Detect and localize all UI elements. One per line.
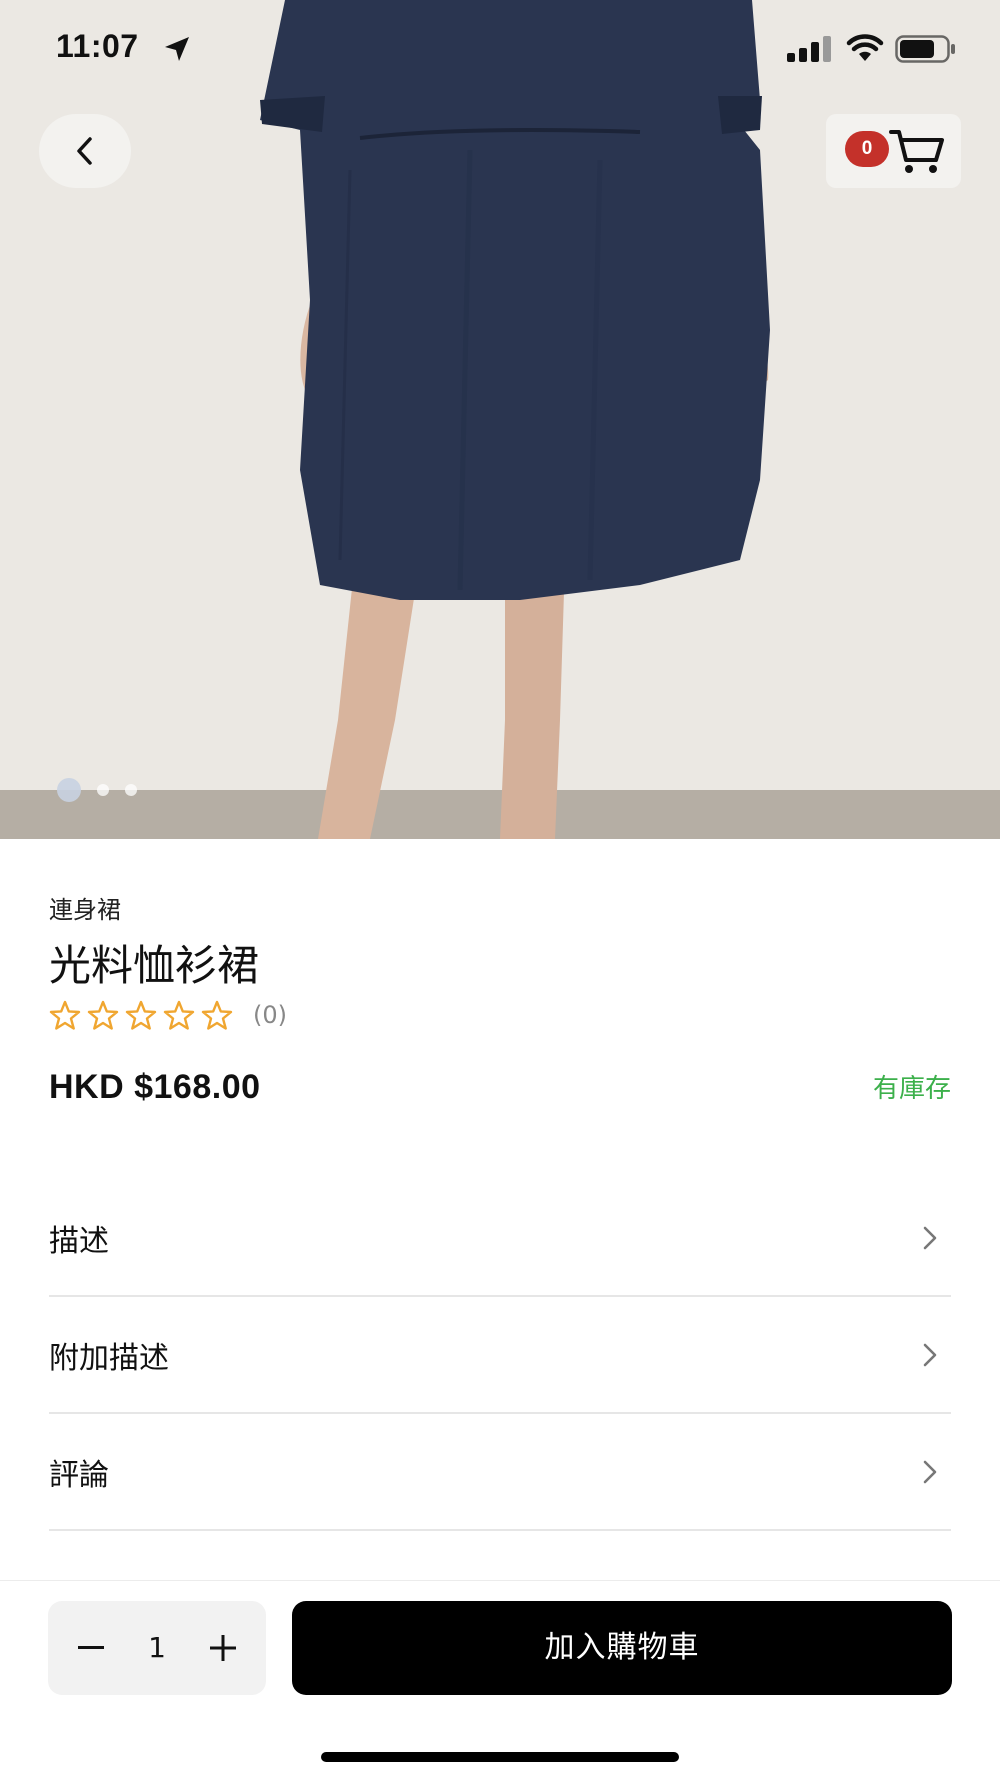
product-category: 連身裙 bbox=[49, 896, 121, 924]
plus-icon bbox=[210, 1635, 236, 1661]
home-indicator[interactable] bbox=[321, 1752, 679, 1762]
stock-status: 有庫存 bbox=[872, 1074, 951, 1104]
location-arrow-icon bbox=[165, 37, 189, 61]
status-bar: 11:07 bbox=[0, 0, 1000, 96]
add-to-cart-button[interactable]: 加入購物車 bbox=[292, 1601, 952, 1695]
section-label: 評論 bbox=[49, 1457, 109, 1493]
chevron-left-icon bbox=[77, 137, 92, 165]
rating-count: (0) bbox=[253, 1001, 287, 1029]
cellular-signal-icon bbox=[787, 36, 831, 62]
product-image-gallery[interactable]: 11:07 0 bbox=[0, 0, 1000, 839]
product-title: 光料恤衫裙 bbox=[49, 941, 260, 990]
section-label: 附加描述 bbox=[49, 1340, 169, 1376]
product-sections: 描述 附加描述 評論 bbox=[49, 1180, 951, 1531]
chevron-right-icon bbox=[923, 1226, 937, 1249]
decrease-quantity-button[interactable] bbox=[66, 1601, 116, 1695]
star-outline-icon bbox=[87, 1000, 119, 1030]
star-outline-icon bbox=[49, 1000, 81, 1030]
minus-icon bbox=[78, 1646, 104, 1649]
status-time: 11:07 bbox=[56, 28, 139, 64]
cart-button[interactable]: 0 bbox=[826, 114, 961, 188]
star-outline-icon bbox=[201, 1000, 233, 1030]
gallery-pagination[interactable] bbox=[57, 778, 137, 802]
section-row-reviews[interactable]: 評論 bbox=[49, 1414, 951, 1531]
gallery-dot[interactable] bbox=[125, 784, 137, 796]
chevron-right-icon bbox=[923, 1460, 937, 1483]
shopping-cart-icon bbox=[889, 130, 944, 173]
product-rating[interactable]: (0) bbox=[49, 1000, 287, 1030]
purchase-bar: 1 加入購物車 bbox=[0, 1580, 1000, 1778]
increase-quantity-button[interactable] bbox=[198, 1601, 248, 1695]
gallery-dot[interactable] bbox=[97, 784, 109, 796]
wifi-icon bbox=[846, 34, 884, 61]
gallery-dot[interactable] bbox=[57, 778, 81, 802]
chevron-right-icon bbox=[923, 1343, 937, 1366]
section-row-description[interactable]: 描述 bbox=[49, 1180, 951, 1297]
back-button[interactable] bbox=[39, 114, 131, 188]
section-row-additional-description[interactable]: 附加描述 bbox=[49, 1297, 951, 1414]
quantity-stepper: 1 bbox=[48, 1601, 266, 1695]
product-price: HKD $168.00 bbox=[49, 1068, 261, 1106]
star-outline-icon bbox=[125, 1000, 157, 1030]
quantity-value[interactable]: 1 bbox=[132, 1601, 182, 1695]
section-label: 描述 bbox=[49, 1223, 109, 1259]
cart-count-badge: 0 bbox=[845, 131, 889, 167]
star-outline-icon bbox=[163, 1000, 195, 1030]
battery-icon bbox=[895, 35, 955, 63]
